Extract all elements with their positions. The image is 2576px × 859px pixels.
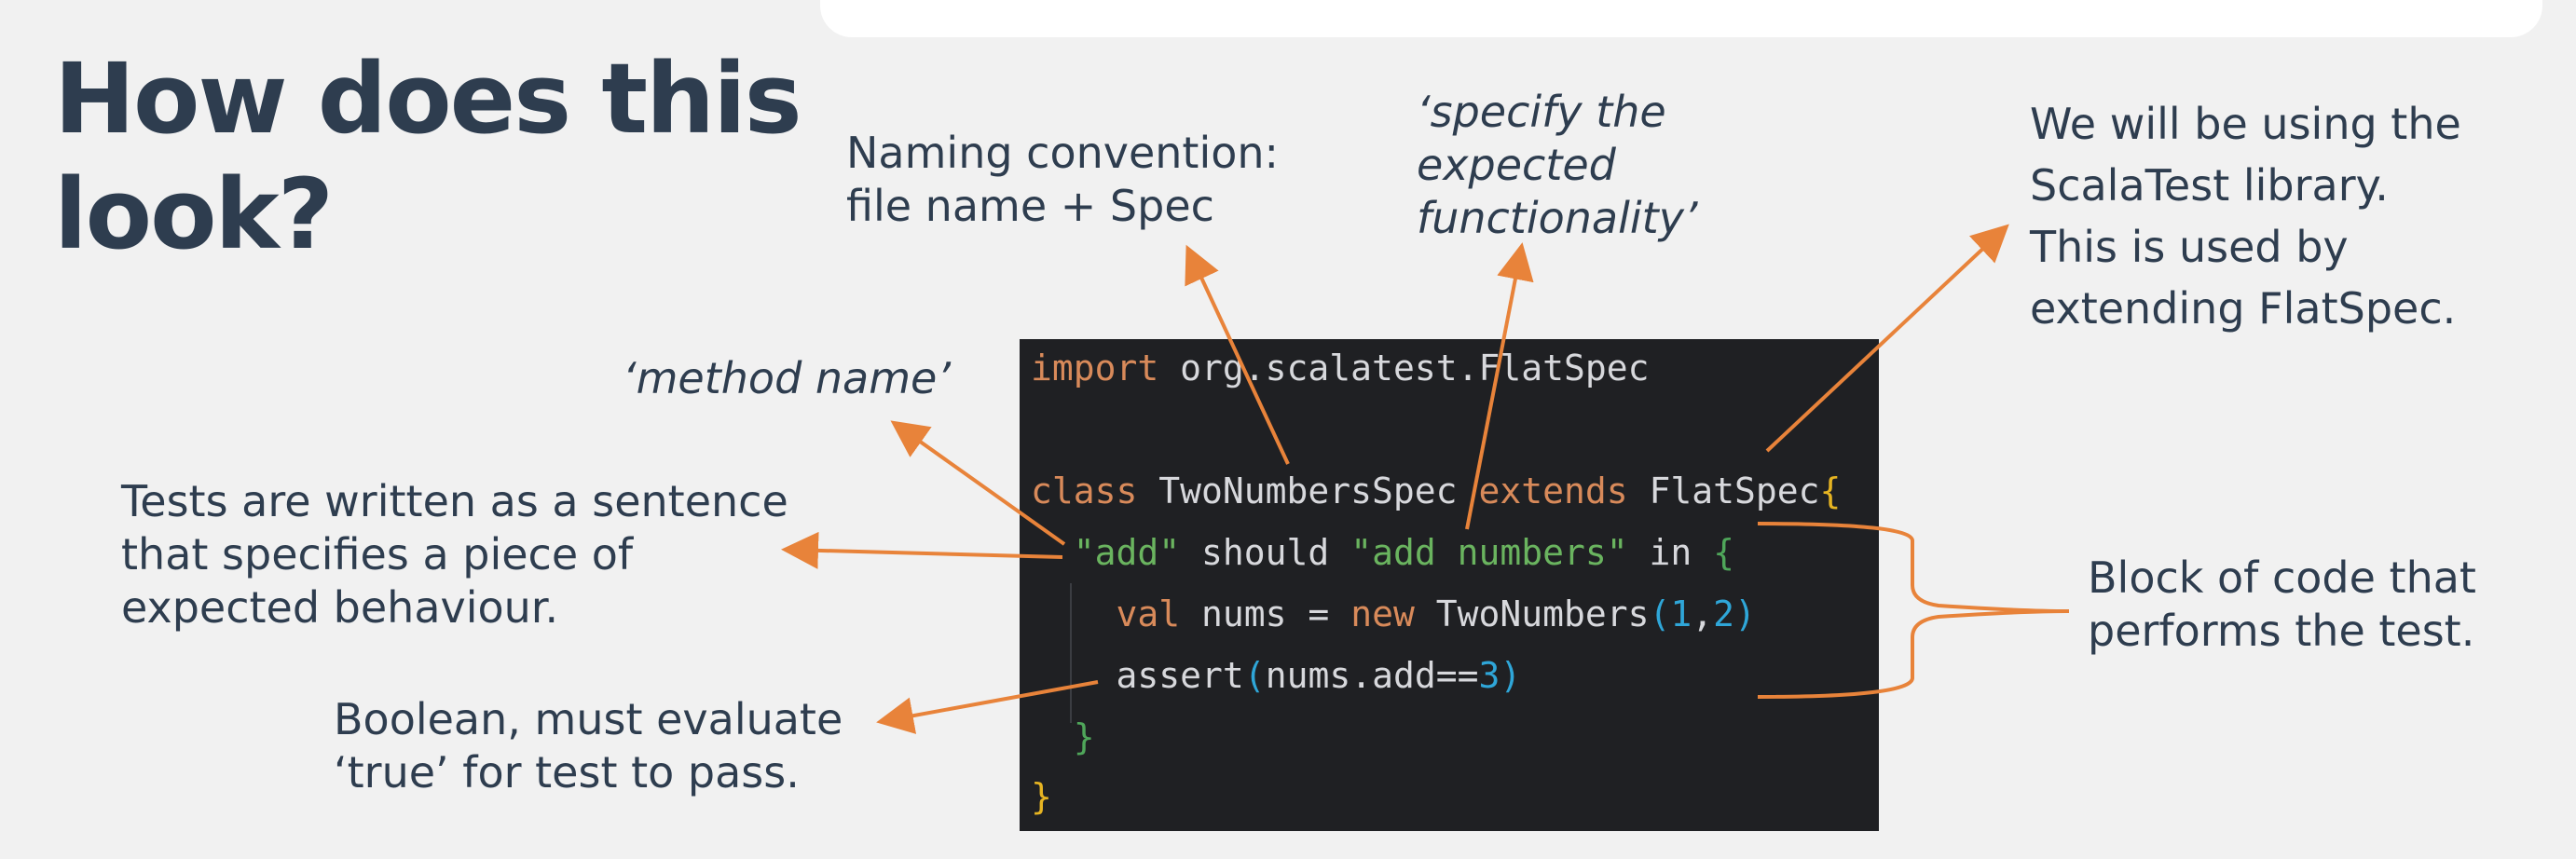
code-line-import: import org.scalatest.FlatSpec (1031, 339, 1649, 397)
code-line-class: class TwoNumbersSpec extends FlatSpec{ (1031, 462, 1841, 520)
note-specify-functionality: ‘specify the expected functionality’ (1417, 86, 1698, 245)
code-line-should: "add" should "add numbers" in { (1031, 524, 1734, 581)
keyword-extends: extends (1478, 470, 1628, 511)
note-boolean-line-2: ‘true’ for test to pass. (334, 747, 800, 798)
note-method-name-text: ‘method name’ (623, 353, 951, 403)
note-boolean-line-1: Boolean, must evaluate (334, 694, 843, 744)
test-open-brace: { (1713, 532, 1735, 573)
note-naming-line-2: file name + Spec (846, 181, 1214, 231)
code-line-assert: assert(nums.add==3) (1031, 647, 1522, 704)
note-sentence-line-2: that specifies a piece of (121, 529, 634, 579)
keyword-new: new (1350, 593, 1415, 634)
note-code-block: Block of code that performs the test. (2088, 552, 2476, 658)
note-library-line-2: ScalaTest library. (2030, 160, 2389, 211)
note-specify-line-2: expected (1417, 140, 1616, 190)
keyword-import: import (1031, 348, 1159, 389)
assert-lparen: ( (1243, 655, 1266, 696)
constructor-name: TwoNumbers (1414, 593, 1650, 634)
code-line-val: val nums = new TwoNumbers(1,2) (1031, 585, 1756, 643)
nums-assign: nums = (1180, 593, 1351, 634)
note-block-line-2: performs the test. (2088, 606, 2475, 656)
code-line-inner-close: } (1031, 708, 1095, 766)
note-scalatest-library: We will be using the ScalaTest library. … (2030, 93, 2461, 339)
note-naming-line-1: Naming convention: (846, 128, 1280, 178)
note-library-line-3: This is used by (2030, 222, 2349, 272)
note-method-name: ‘method name’ (623, 352, 951, 405)
assert-rparen: ) (1500, 655, 1522, 696)
note-sentence-line-1: Tests are written as a sentence (121, 476, 788, 526)
note-library-line-1: We will be using the (2030, 99, 2461, 149)
slide-title-line-2: look? (54, 157, 334, 271)
keyword-val: val (1116, 593, 1181, 634)
note-specify-line-3: functionality’ (1417, 193, 1698, 243)
ctor-arg-2: 2 (1713, 593, 1735, 634)
indent-2b (1031, 655, 1117, 696)
note-sentence-line-3: expected behaviour. (121, 582, 559, 633)
note-block-line-1: Block of code that (2088, 552, 2476, 603)
keyword-class: class (1031, 470, 1138, 511)
class-open-brace: { (1819, 470, 1842, 511)
class-name: TwoNumbersSpec (1137, 470, 1479, 511)
ctor-comma: , (1692, 593, 1714, 634)
import-path: org.scalatest.FlatSpec (1158, 348, 1650, 389)
note-library-line-4: extending FlatSpec. (2030, 283, 2457, 334)
indent-2a (1031, 593, 1117, 634)
class-close-brace: } (1031, 776, 1052, 817)
string-behaviour: "add numbers" (1350, 532, 1628, 573)
note-naming-convention: Naming convention: file name + Spec (846, 127, 1279, 233)
ctor-lparen: ( (1649, 593, 1671, 634)
assert-expression: nums.add== (1265, 655, 1479, 696)
top-content-card (820, 0, 2542, 37)
assert-function: assert (1116, 655, 1244, 696)
keyword-should: should (1180, 532, 1351, 573)
code-snippet: import org.scalatest.FlatSpec class TwoN… (1020, 339, 1879, 831)
keyword-in: in (1627, 532, 1714, 573)
note-sentence: Tests are written as a sentence that spe… (121, 475, 788, 634)
slide-title: How does this look? (54, 41, 802, 272)
test-close-brace: } (1073, 716, 1095, 757)
indent-1 (1031, 532, 1074, 573)
string-subject: "add" (1073, 532, 1181, 573)
parent-class: FlatSpec (1627, 470, 1820, 511)
note-specify-line-1: ‘specify the (1417, 87, 1666, 137)
slide-title-line-1: How does this (54, 42, 802, 156)
code-line-outer-close: } (1031, 768, 1052, 825)
assert-value: 3 (1478, 655, 1500, 696)
indent-1b (1031, 716, 1074, 757)
note-boolean: Boolean, must evaluate ‘true’ for test t… (334, 693, 843, 799)
ctor-rparen: ) (1734, 593, 1756, 634)
ctor-arg-1: 1 (1670, 593, 1692, 634)
